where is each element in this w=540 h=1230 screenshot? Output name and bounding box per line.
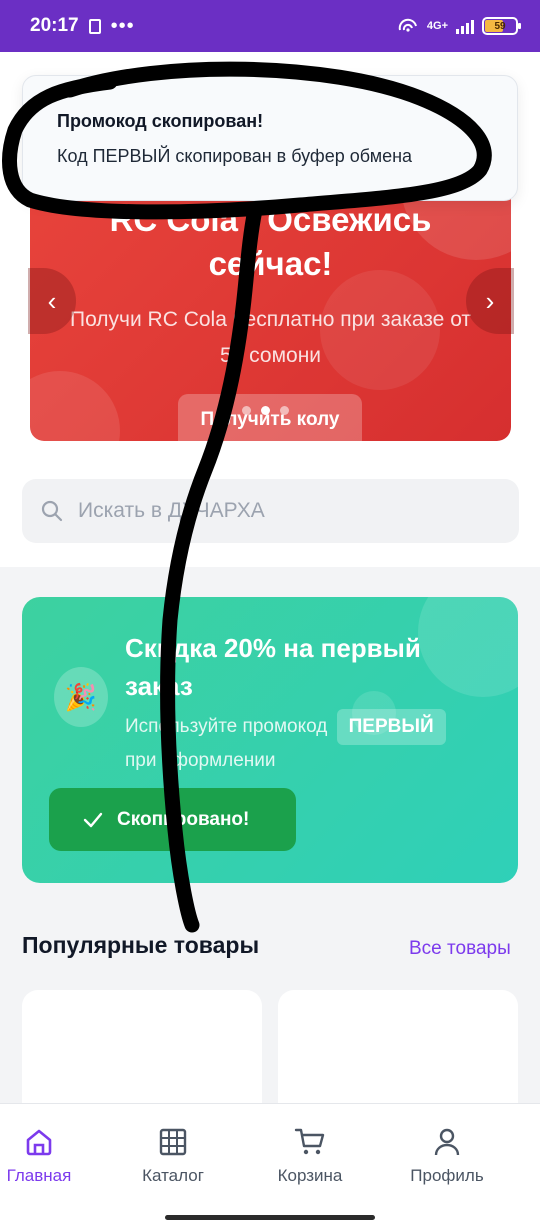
discount-text: Используйте промокод ПЕРВЫЙ при оформлен… [125, 709, 485, 777]
network-type: 4G+ [426, 20, 448, 32]
check-icon [83, 812, 103, 827]
nav-catalog[interactable]: Каталог [113, 1126, 233, 1186]
home-icon [26, 1129, 52, 1156]
copy-button-label: Скопировано! [117, 808, 250, 830]
all-products-link[interactable]: Все товары [409, 938, 511, 960]
hotspot-icon [398, 18, 417, 32]
nav-catalog-label: Каталог [142, 1166, 204, 1185]
chevron-left-icon: ‹ [47, 285, 57, 316]
banner-title: RC Cola - Освежись сейчас! [109, 201, 432, 282]
discount-title: Скидка 20% на первый заказ [125, 633, 421, 701]
popular-products-heading: Популярные товары [22, 932, 260, 958]
toast-message: Код ПЕРВЫЙ скопирован в буфер обмена [57, 146, 413, 166]
carousel-dot-active[interactable] [261, 406, 270, 415]
status-bar: 20:17 ••• 4G+ 59 [0, 0, 540, 52]
first-order-discount-card: 🎉 Скидка 20% на первый заказ Используйте… [22, 597, 518, 883]
cart-icon [294, 1128, 325, 1155]
toast-title: Промокод скопирован! [57, 111, 264, 131]
copy-code-button[interactable]: Скопировано! [49, 788, 296, 851]
carousel-dot[interactable] [242, 406, 251, 415]
home-indicator[interactable] [165, 1215, 375, 1220]
chevron-right-icon: › [485, 285, 495, 316]
battery-level: 59 [494, 20, 506, 32]
nav-home[interactable]: Главная [0, 1126, 99, 1186]
nav-home-label: Главная [6, 1166, 72, 1185]
carousel-dots[interactable] [242, 406, 289, 415]
search-icon [41, 500, 63, 522]
bottom-navigation: Главная Каталог Корзина Профиль [0, 1103, 540, 1230]
copied-toast: Промокод скопирован! Код ПЕРВЫЙ скопиров… [22, 75, 518, 201]
discount-text-after: при оформлении [125, 750, 276, 771]
search-placeholder: Искать в ДУЧАРХА [78, 499, 265, 522]
status-time: 20:17 [30, 15, 79, 36]
nav-cart-label: Корзина [277, 1166, 343, 1185]
discount-text-before: Используйте промокод [125, 716, 328, 737]
user-icon [434, 1128, 460, 1156]
grid-icon [159, 1128, 187, 1156]
banner-subtitle: Получи RC Cola бесплатно при заказе от 5… [69, 308, 472, 367]
party-popper-icon: 🎉 [54, 667, 108, 727]
nav-profile[interactable]: Профиль [387, 1126, 507, 1186]
nav-cart[interactable]: Корзина [250, 1126, 370, 1186]
search-section: Искать в ДУЧАРХА [0, 457, 540, 567]
search-input[interactable]: Искать в ДУЧАРХА [22, 479, 519, 543]
battery-icon: 59 [482, 17, 521, 35]
promo-code-badge[interactable]: ПЕРВЫЙ [336, 709, 446, 745]
nav-profile-label: Профиль [410, 1166, 484, 1185]
signal-icon [456, 18, 474, 34]
more-notifications-icon: ••• [110, 14, 135, 37]
get-cola-button[interactable]: Получить колу [178, 394, 362, 441]
sim-icon [88, 18, 101, 34]
carousel-dot[interactable] [280, 406, 289, 415]
